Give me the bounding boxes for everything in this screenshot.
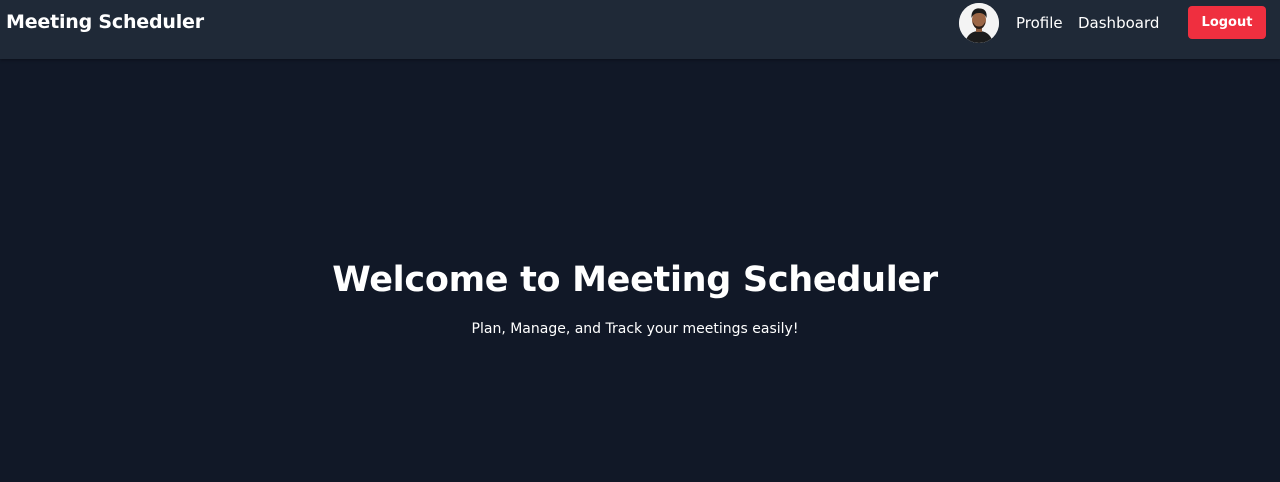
user-avatar[interactable] [959,3,999,43]
brand-title[interactable]: Meeting Scheduler [6,11,204,33]
logout-button[interactable]: Logout [1188,6,1266,39]
nav-link-dashboard[interactable]: Dashboard [1078,14,1159,32]
hero-title: Welcome to Meeting Scheduler [332,260,938,300]
nav-link-profile[interactable]: Profile [1016,14,1063,32]
hero-subtitle: Plan, Manage, and Track your meetings ea… [471,321,799,337]
user-avatar-icon [959,3,999,43]
navbar: Meeting Scheduler Profile Dashboard Logo… [0,0,1280,59]
hero-section: Welcome to Meeting Scheduler Plan, Manag… [0,59,1280,482]
